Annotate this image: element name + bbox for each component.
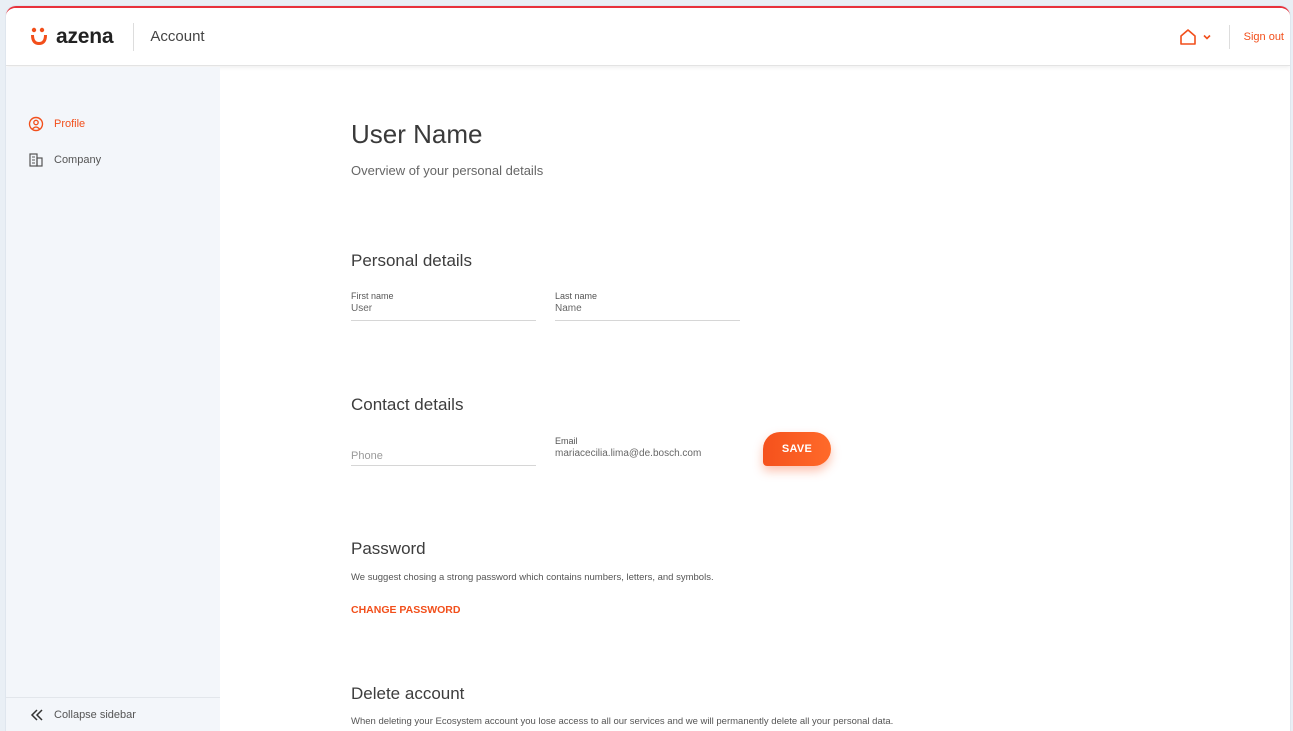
main-content: User Name Overview of your personal deta… <box>351 67 1290 731</box>
azena-logo[interactable]: azena <box>28 24 114 49</box>
sidebar-item-label: Profile <box>54 118 86 130</box>
sidebar-nav: Profile Company <box>6 111 101 173</box>
personal-details-heading: Personal details <box>351 251 472 270</box>
password-description: We suggest chosing a strong password whi… <box>351 572 714 583</box>
sidebar-item-profile[interactable]: Profile <box>28 111 101 137</box>
chevron-down-icon <box>1203 34 1211 40</box>
header-actions: Sign out <box>1179 24 1284 49</box>
first-name-label: First name <box>351 291 394 301</box>
section-title: Account <box>150 28 205 45</box>
page-title: User Name <box>351 119 483 149</box>
delete-account-description: When deleting your Ecosystem account you… <box>351 716 894 727</box>
first-name-field[interactable]: First name User <box>351 291 536 321</box>
home-dropdown[interactable] <box>1179 28 1213 46</box>
first-name-value: User <box>351 303 373 314</box>
password-heading: Password <box>351 539 426 558</box>
sign-out-link[interactable]: Sign out <box>1244 31 1284 43</box>
last-name-field[interactable]: Last name Name <box>555 291 740 321</box>
profile-icon <box>28 116 44 132</box>
sidebar-item-company[interactable]: Company <box>28 147 101 173</box>
collapse-sidebar-button[interactable]: Collapse sidebar <box>6 697 220 731</box>
contact-details-heading: Contact details <box>351 395 464 414</box>
header-divider-right <box>1228 24 1230 49</box>
brand-name: azena <box>56 24 114 48</box>
top-bar: azena Account Sign out <box>6 8 1290 66</box>
home-icon <box>1179 28 1196 45</box>
sidebar: Profile Company Collapse sidebar <box>6 67 220 731</box>
page-subtitle: Overview of your personal details <box>351 163 544 178</box>
last-name-label: Last name <box>555 291 598 301</box>
sidebar-item-label: Company <box>54 154 102 166</box>
building-icon <box>29 153 43 167</box>
email-value: mariacecilia.lima@de.bosch.com <box>555 448 702 459</box>
phone-field[interactable]: Phone <box>351 436 536 466</box>
phone-placeholder: Phone <box>351 450 383 462</box>
app-window: azena Account Sign out Profile Company C… <box>6 6 1290 731</box>
header-divider <box>133 22 135 51</box>
save-button[interactable]: SAVE <box>763 432 831 466</box>
last-name-value: Name <box>555 303 582 314</box>
change-password-link[interactable]: CHANGE PASSWORD <box>351 604 460 616</box>
email-label: Email <box>555 436 578 446</box>
email-field: Email mariacecilia.lima@de.bosch.com <box>555 436 755 466</box>
collapse-sidebar-label: Collapse sidebar <box>54 708 136 721</box>
azena-logo-mark-icon <box>31 27 47 45</box>
delete-account-heading: Delete account <box>351 684 465 703</box>
double-chevron-left-icon <box>30 708 43 721</box>
